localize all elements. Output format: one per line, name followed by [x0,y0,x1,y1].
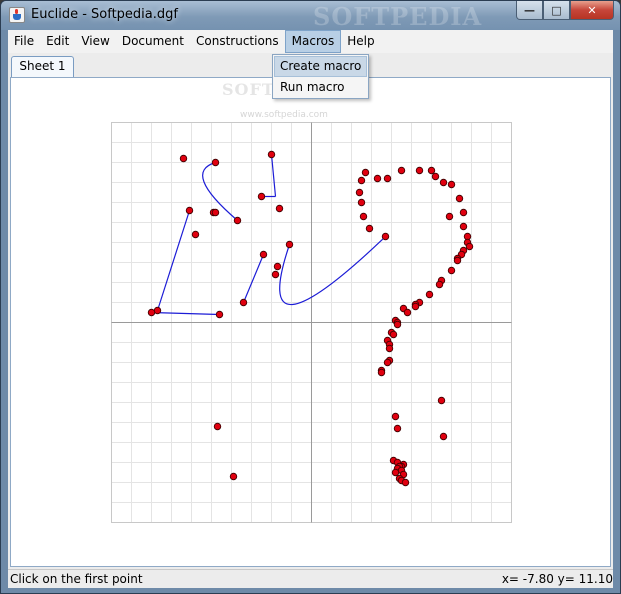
menu-item-run-macro[interactable]: Run macro [274,77,367,98]
geometry-canvas[interactable] [111,122,512,523]
geometry-point [459,208,468,217]
geometry-point [437,396,446,405]
geometry-point [447,180,456,189]
geometry-point [415,166,424,175]
menu-constructions[interactable]: Constructions [190,30,285,53]
window-controls: — □ ✕ [516,1,614,21]
geometry-point [439,432,448,441]
geometry-point [213,422,222,431]
geometry-point [377,368,386,377]
geometry-point [427,166,436,175]
minimize-button[interactable]: — [516,1,543,20]
line-segment [151,311,220,316]
geometry-point [355,188,364,197]
geometry-point [271,270,280,279]
geometry-point [383,174,392,183]
cursor-coordinates: x= -7.80 y= 11.10 [501,572,613,586]
menu-item-create-macro[interactable]: Create macro [274,56,367,77]
geometry-point [401,478,410,487]
line-segment [242,254,265,303]
geometry-point [285,240,294,249]
geometry-point [389,330,398,339]
java-app-icon[interactable] [9,7,25,23]
app-window: Euclide - Softpedia.dgf SOFTPEDIA — □ ✕ … [0,0,621,594]
close-button[interactable]: ✕ [570,1,614,20]
geometry-point [435,280,444,289]
status-message: Click on the first point [10,572,143,586]
geometry-point [453,256,462,265]
menu-edit[interactable]: Edit [40,30,75,53]
geometry-point [275,204,284,213]
geometry-point [215,310,224,319]
geometry-point [391,468,400,477]
geometry-point [431,172,440,181]
java-cup-shape [13,14,21,20]
macros-dropdown: Create macro Run macro [272,54,369,99]
client-area: File Edit View Document Constructions Ma… [8,30,613,588]
curve [202,161,238,221]
geometry-point [455,194,464,203]
geometry-point [359,212,368,221]
geometry-point [393,320,402,329]
geometry-point [381,232,390,241]
line-segment [156,210,191,311]
geometry-point [361,168,370,177]
geometry-point [411,302,420,311]
geometry-point [447,266,456,275]
geometry-point [397,166,406,175]
geometry-point [211,158,220,167]
geometry-point [179,154,188,163]
geometry-point [391,412,400,421]
geometry-point [357,176,366,185]
geometry-point [445,212,454,221]
geometry-point [273,262,282,271]
menu-watermark-url: www.softpedia.com [240,110,328,120]
geometry-point [465,242,474,251]
geometry-point [357,198,366,207]
geometry-point [239,298,248,307]
geometry-point [233,216,242,225]
geometry-point [211,208,220,217]
menu-document[interactable]: Document [116,30,190,53]
maximize-button[interactable]: □ [543,1,570,20]
geometry-point [393,424,402,433]
line-segment [270,154,277,197]
geometry-point [267,150,276,159]
geometry-point [439,178,448,187]
geometry-point [191,230,200,239]
status-bar: Click on the first point x= -7.80 y= 11.… [8,569,613,588]
geometry-point [365,224,374,233]
geometry-point [259,250,268,259]
curve [279,236,386,306]
geometry-point [229,472,238,481]
geometry-point [147,308,156,317]
geometry-point [425,290,434,299]
title-bar[interactable]: Euclide - Softpedia.dgf SOFTPEDIA — □ ✕ [1,1,620,31]
geometry-point [385,344,394,353]
geometry-point [185,206,194,215]
menu-file[interactable]: File [8,30,40,53]
geometry-point [153,306,162,315]
geometry-point [459,222,468,231]
geometry-point [373,174,382,183]
menu-macros[interactable]: Macros [284,30,342,53]
tab-sheet-1[interactable]: Sheet 1 [11,56,74,77]
title-watermark: SOFTPEDIA [313,2,483,31]
geometry-point [257,192,266,201]
menu-bar: File Edit View Document Constructions Ma… [8,30,613,53]
drawing-sheet[interactable] [10,77,611,567]
menu-help[interactable]: Help [341,30,380,53]
menu-view[interactable]: View [75,30,115,53]
window-title: Euclide - Softpedia.dgf [31,7,178,22]
geometry-point [383,358,392,367]
geometry-point [403,308,412,317]
